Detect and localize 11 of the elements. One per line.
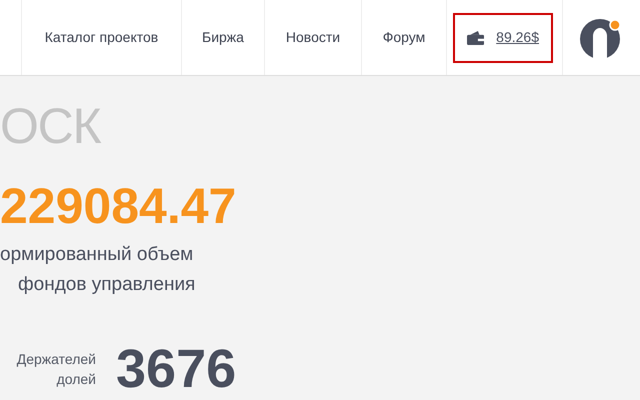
- amount-caption: ормированный объем: [0, 243, 194, 267]
- amount-caption: фондов управления: [17, 273, 196, 297]
- nav-link[interactable]: Форум: [362, 0, 447, 75]
- nav-link[interactable]: Биржа: [182, 0, 265, 75]
- wallet-icon: [467, 28, 484, 46]
- wallet-balance-link[interactable]: 89.26$: [453, 12, 553, 62]
- total-amount: 229084.47: [0, 178, 238, 234]
- nav-link[interactable]: Новости: [265, 0, 362, 75]
- nav-link[interactable]: Каталог проектов: [22, 0, 182, 75]
- holders-count: 3676: [116, 344, 236, 394]
- holders-label: Держателей долей: [16, 350, 96, 389]
